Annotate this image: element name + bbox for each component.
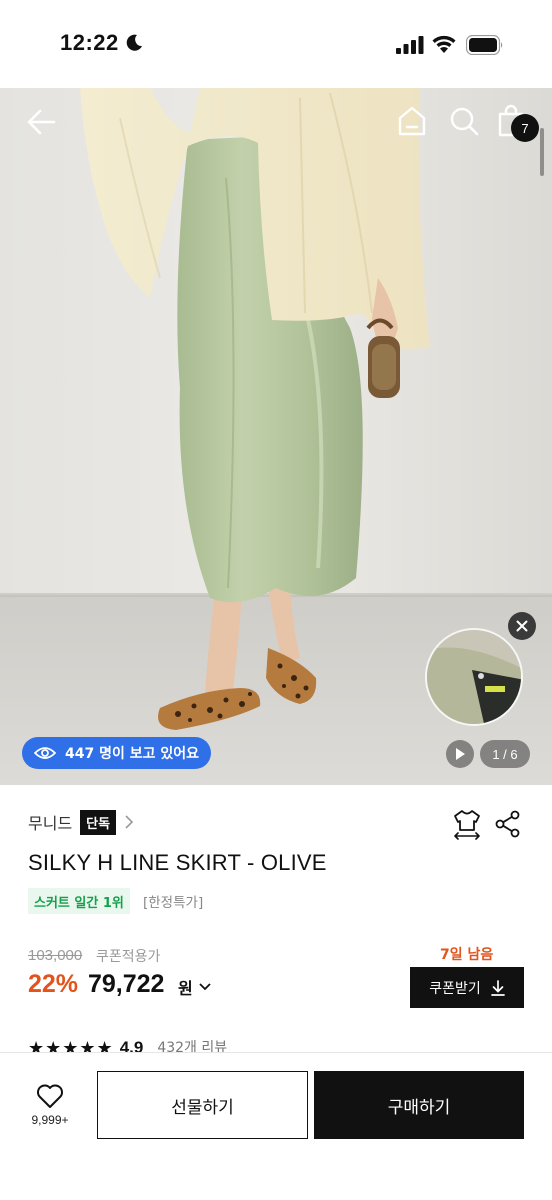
search-icon[interactable] <box>448 104 480 138</box>
back-arrow-icon[interactable] <box>24 104 60 140</box>
close-thumbnail-button[interactable] <box>508 612 536 640</box>
get-coupon-label: 쿠폰받기 <box>429 980 481 997</box>
product-title: SILKY H LINE SKIRT - OLIVE <box>28 850 327 875</box>
ranking-badge: 스커트 일간 1위 <box>28 888 130 914</box>
play-slideshow-button[interactable] <box>446 740 474 768</box>
scroll-indicator[interactable] <box>540 128 544 176</box>
hero-navigation: 7 <box>0 88 552 158</box>
share-icon[interactable] <box>495 810 521 838</box>
close-icon <box>516 620 528 632</box>
heart-icon <box>37 1084 63 1108</box>
brand-name: 무니드 <box>28 814 73 833</box>
discount-rate: 22% <box>28 970 79 998</box>
play-icon <box>456 748 465 760</box>
currency-unit: 원 <box>178 979 193 998</box>
bottom-action-bar: 9,999+ 선물하기 구매하기 <box>0 1052 552 1200</box>
status-time: 12:22 <box>60 30 119 55</box>
size-guide-icon[interactable] <box>452 808 482 840</box>
coupon-applied-label: 쿠폰적용가 <box>96 949 161 965</box>
coupon-days-left: 7일 남음 <box>440 947 494 963</box>
status-bar: 12:22 <box>0 0 552 88</box>
exclusive-badge: 단독 <box>80 809 117 835</box>
image-page-counter: 1 / 6 <box>480 740 530 768</box>
battery-icon <box>466 35 503 55</box>
price-detail-chevron-icon[interactable] <box>198 982 212 992</box>
thumbnail-image <box>427 630 521 724</box>
like-button[interactable]: 9,999+ <box>22 1083 78 1139</box>
limited-deal-tag: [한정특가] <box>143 895 204 911</box>
video-thumbnail[interactable] <box>425 628 523 726</box>
home-icon[interactable] <box>396 104 428 138</box>
live-viewers-badge: 447 명이 보고 있어요 <box>22 737 212 769</box>
download-icon <box>490 979 505 996</box>
eye-icon <box>34 746 56 760</box>
brand-link[interactable]: 무니드 단독 <box>28 808 134 836</box>
wifi-icon <box>432 35 456 53</box>
sale-price: 79,722 <box>88 970 165 998</box>
product-image-carousel[interactable]: 7 447 명이 보고 있어요 1 / 6 <box>0 88 552 785</box>
get-coupon-button[interactable]: 쿠폰받기 <box>410 967 524 1008</box>
original-price: 103,000 <box>28 947 83 964</box>
cellular-signal-icon <box>396 36 424 54</box>
moon-icon <box>126 34 142 51</box>
buy-button[interactable]: 구매하기 <box>314 1071 524 1139</box>
gift-button[interactable]: 선물하기 <box>97 1071 308 1139</box>
live-viewers-text: 447 명이 보고 있어요 <box>65 746 200 762</box>
chevron-right-icon <box>124 814 134 830</box>
cart-count-badge: 7 <box>511 114 539 142</box>
like-count: 9,999+ <box>31 1113 69 1127</box>
